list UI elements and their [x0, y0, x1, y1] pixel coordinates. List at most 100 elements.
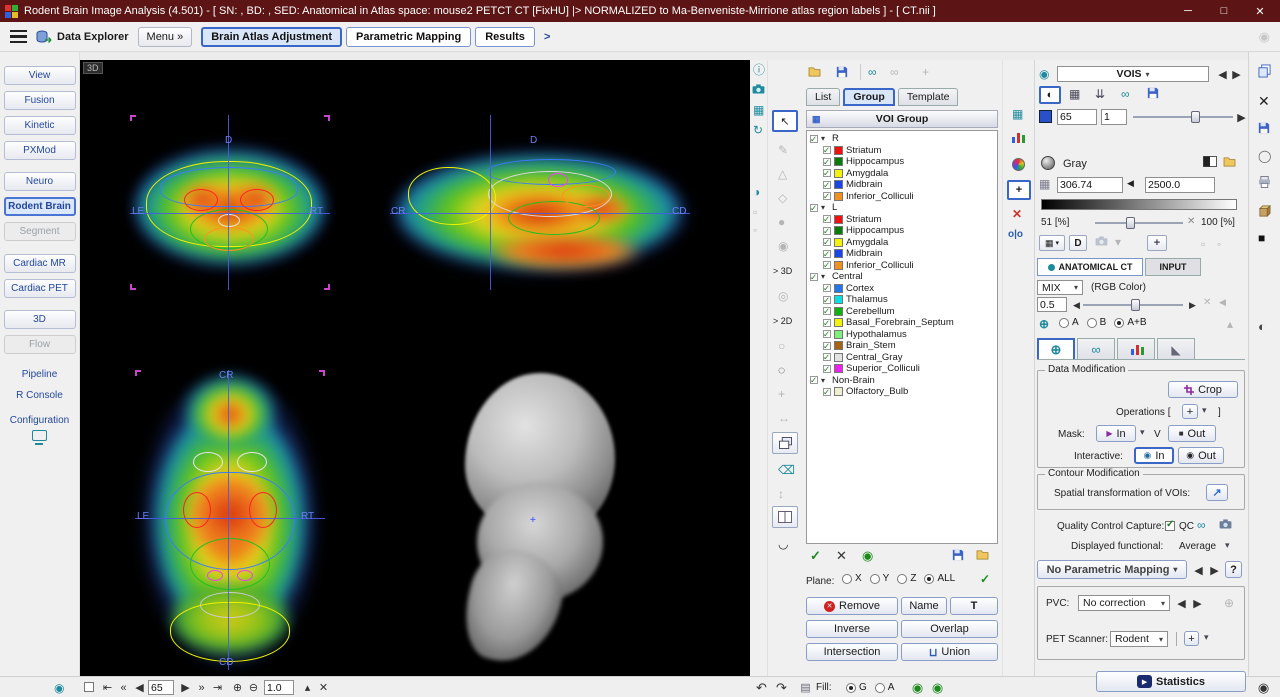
split-view-button[interactable]	[772, 506, 798, 528]
crop-button[interactable]: Crop	[1168, 381, 1238, 398]
pvc-prev-icon[interactable]: ◀	[1174, 596, 1189, 611]
voi-row[interactable]: Inferior_Colliculi	[807, 260, 997, 272]
sidebar-item[interactable]: Segment	[4, 222, 76, 241]
console-icon[interactable]	[32, 430, 47, 441]
settings-circle-icon[interactable]: ◉	[1259, 29, 1270, 45]
scale-next-icon[interactable]: ▶	[1234, 110, 1249, 125]
small-square-icon[interactable]: ▫	[1201, 238, 1205, 250]
mask-in-button[interactable]: ▶In	[1096, 425, 1136, 442]
voi-visible-checkbox[interactable]	[823, 181, 831, 189]
sidebar-item[interactable]: Kinetic	[4, 116, 76, 135]
voi-row[interactable]: Amygdala	[807, 168, 997, 180]
sidebar-item[interactable]: Cardiac PET	[4, 279, 76, 298]
mix-value-input[interactable]	[1037, 297, 1067, 312]
vois-dropdown[interactable]: VOIS▾	[1057, 66, 1209, 82]
pin-view-button[interactable]: +	[1147, 235, 1167, 251]
chart-icon[interactable]	[1012, 132, 1025, 143]
pan-tool-icon[interactable]: ↕	[778, 488, 784, 500]
window-min-input[interactable]	[1057, 177, 1123, 193]
voi-row[interactable]: Inferior_Colliculi	[807, 191, 997, 203]
last-slice-icon[interactable]: ⇥	[210, 680, 225, 695]
plane-option[interactable]: Z	[897, 573, 916, 584]
info-circle-icon[interactable]: ⓘ	[753, 64, 765, 76]
crosshair-horizontal[interactable]	[130, 213, 330, 214]
palette-icon[interactable]	[1012, 158, 1025, 171]
plane-option[interactable]: Y	[870, 573, 890, 584]
circle-icon[interactable]: ◯	[1258, 150, 1271, 162]
main-tab[interactable]: Parametric Mapping	[346, 27, 471, 47]
qc-capture-icon[interactable]	[1219, 519, 1232, 529]
threshold-slider[interactable]	[1095, 215, 1183, 231]
voi-row[interactable]: L	[807, 202, 997, 214]
voi-visible-checkbox[interactable]	[823, 296, 831, 304]
refresh-icon[interactable]: ↻	[753, 124, 763, 136]
ab-option[interactable]: B	[1087, 317, 1107, 328]
ab-option[interactable]: A+B	[1114, 317, 1146, 328]
operations-caret-icon[interactable]: ▾	[1202, 406, 1207, 415]
sphere-3d-tool-icon[interactable]: ◎	[778, 290, 788, 302]
pvc-dropdown[interactable]: No correction▾	[1078, 595, 1170, 611]
plane-radio[interactable]	[924, 574, 934, 584]
tools-3d-label[interactable]: > 3D	[773, 266, 792, 276]
undo-icon[interactable]: ↶	[754, 680, 769, 695]
apply-window-icon[interactable]: ◀	[1127, 179, 1134, 188]
ab-option[interactable]: A	[1059, 317, 1079, 328]
zoom-in-icon[interactable]: ⊕	[230, 680, 245, 695]
main-tab[interactable]: Results	[475, 27, 535, 47]
maximize-button[interactable]: □	[1209, 5, 1239, 17]
voi-visible-checkbox[interactable]	[823, 238, 831, 246]
small-box-icon[interactable]: ▫	[753, 206, 757, 218]
viewport-sagittal[interactable]: D CR CD	[390, 115, 690, 290]
qc-link-icon[interactable]: ∞	[1197, 519, 1206, 531]
parametric-mapping-dropdown[interactable]: No Parametric Mapping▾	[1037, 560, 1187, 579]
window-max-input[interactable]	[1145, 177, 1215, 193]
save-icon[interactable]	[1258, 122, 1270, 134]
voi-row[interactable]: Olfactory_Bulb	[807, 386, 997, 398]
copy-page-icon[interactable]	[1258, 64, 1271, 78]
voi-row[interactable]: Amygdala	[807, 237, 997, 249]
sidebar-item[interactable]: Pipeline	[4, 367, 76, 382]
scale-value-input[interactable]	[1057, 109, 1097, 125]
next-slice-icon[interactable]: ▶	[178, 680, 193, 695]
contrast-button[interactable]: ◐	[1039, 86, 1061, 104]
voi-tab[interactable]: List	[806, 88, 840, 106]
collapse-bar-icon[interactable]: ▴	[300, 680, 315, 695]
tab-voi-statistics[interactable]	[1117, 338, 1155, 360]
voi-visible-checkbox[interactable]	[823, 215, 831, 223]
voi-row[interactable]: Central_Gray	[807, 352, 997, 364]
mask-caret-icon[interactable]: ▾	[1140, 428, 1145, 437]
operations-add-button[interactable]: +	[1182, 404, 1198, 419]
tab-input[interactable]: INPUT	[1145, 258, 1201, 276]
menu-button[interactable]: Menu »	[138, 27, 193, 47]
mix-slider[interactable]	[1083, 297, 1183, 313]
collapse-icon[interactable]	[821, 134, 829, 143]
confirm-icon[interactable]: ✓	[810, 549, 821, 562]
mix-reset-icon[interactable]: ✕	[1203, 298, 1211, 308]
voi-row[interactable]: Basal_Forebrain_Septum	[807, 317, 997, 329]
slice-number-input[interactable]	[148, 680, 174, 695]
voi-visible-checkbox[interactable]	[810, 204, 818, 212]
clear-icon[interactable]: ✕	[316, 680, 331, 695]
voi-visible-checkbox[interactable]	[823, 342, 831, 350]
crosshair-vertical[interactable]	[490, 115, 491, 290]
name-button[interactable]: Name	[901, 597, 947, 615]
next-fast-icon[interactable]: »	[194, 680, 209, 695]
pvc-next-icon[interactable]: ▶	[1190, 596, 1205, 611]
voi-row[interactable]: Cerebellum	[807, 306, 997, 318]
voi-visible-checkbox[interactable]	[823, 227, 831, 235]
corner-status-icon[interactable]: ◉	[1256, 680, 1271, 695]
voi-tab[interactable]: Template	[898, 88, 959, 106]
help-button[interactable]: ?	[1225, 561, 1242, 578]
mix-right-icon[interactable]: ▶	[1185, 298, 1200, 313]
voi-row[interactable]: Striatum	[807, 145, 997, 157]
voi-row[interactable]: Midbrain	[807, 179, 997, 191]
sidebar-item[interactable]: Configuration	[4, 413, 76, 428]
cube-icon[interactable]	[1258, 204, 1271, 217]
freehand-tool-icon[interactable]: ✎	[778, 144, 788, 156]
apply-fill-icon[interactable]: ◉	[930, 680, 945, 695]
ab-radio[interactable]	[1059, 318, 1069, 328]
plane-radio[interactable]	[842, 574, 852, 584]
mix-left-icon[interactable]: ◀	[1069, 298, 1084, 313]
voi-visible-checkbox[interactable]	[810, 135, 818, 143]
qc-checkbox[interactable]	[1165, 521, 1175, 531]
